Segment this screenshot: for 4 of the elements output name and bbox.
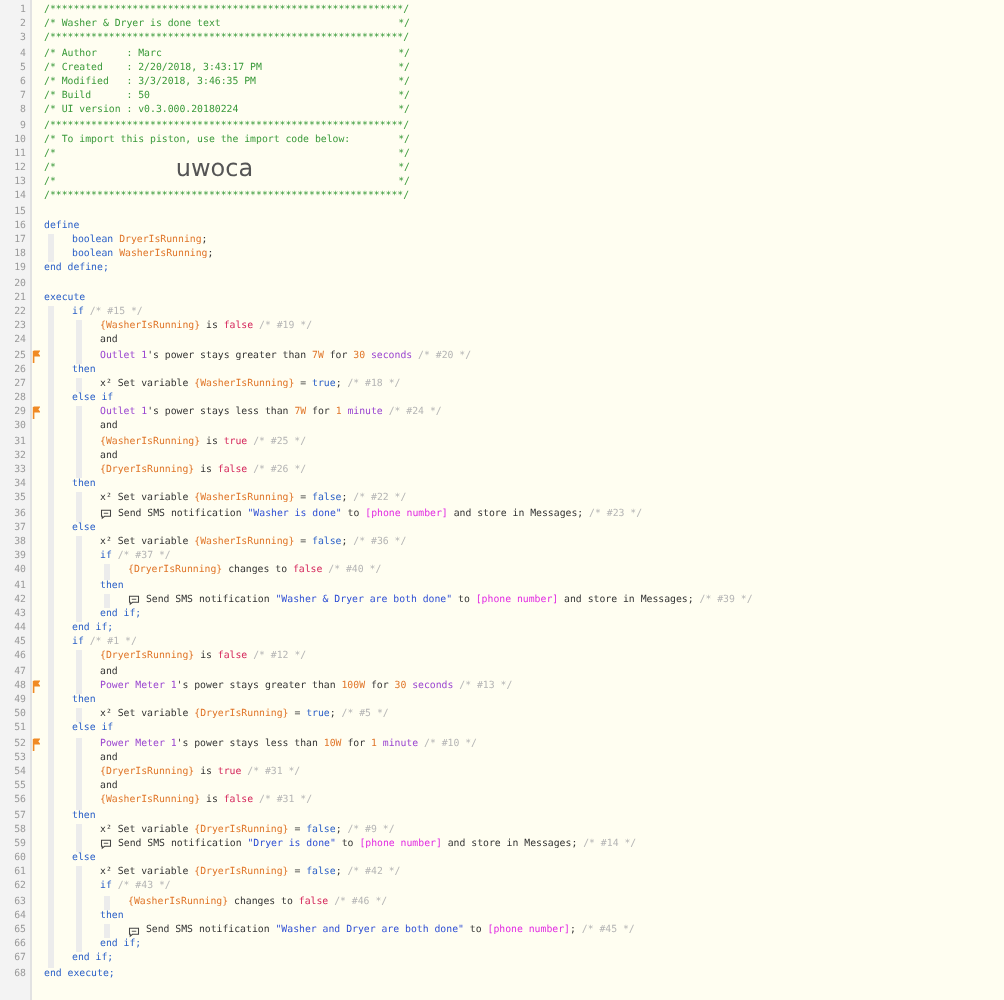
message-icon bbox=[128, 594, 140, 607]
message-icon bbox=[100, 838, 112, 851]
message-icon bbox=[128, 925, 140, 938]
message-icon bbox=[100, 508, 112, 521]
